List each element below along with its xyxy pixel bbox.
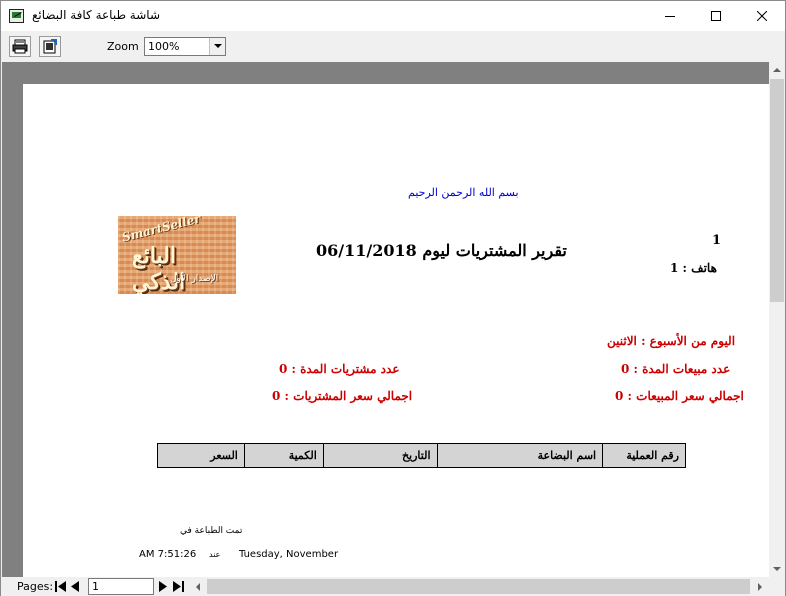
previous-page-icon[interactable] bbox=[69, 579, 81, 594]
col-price: السعر bbox=[157, 443, 245, 468]
scroll-right-icon[interactable] bbox=[752, 578, 768, 595]
horizontal-scroll-thumb[interactable] bbox=[207, 579, 750, 594]
zoom-value: 100% bbox=[148, 40, 180, 53]
day-of-week: اليوم من الأسبوع : الاثنين bbox=[607, 334, 736, 348]
report-id: 1 bbox=[712, 233, 722, 248]
sales-count: عدد مبيعات المدة : 0 bbox=[621, 362, 731, 376]
first-page-icon[interactable] bbox=[54, 579, 66, 594]
close-icon bbox=[757, 11, 767, 21]
basmala-text: بسم الله الرحمن الرحيم bbox=[408, 186, 519, 199]
maximize-icon bbox=[711, 11, 721, 21]
print-time: AM 7:51:26 bbox=[139, 549, 197, 560]
printer-icon bbox=[12, 39, 28, 54]
report-print-window: شاشة طباعة كافة البضائع Zoom 100% بسم ال… bbox=[0, 0, 786, 596]
printed-at-label: تمت الطباعة في bbox=[180, 526, 243, 536]
logo-tagline: الإصدار الأول bbox=[170, 274, 219, 284]
print-date: Tuesday, November bbox=[239, 549, 339, 560]
print-separator: عند bbox=[209, 550, 221, 559]
page-number-input[interactable]: 1 bbox=[88, 578, 154, 595]
sales-total: اجمالي سعر المبيعات : 0 bbox=[615, 389, 744, 403]
report-title: تقرير المشتريات ليوم 06/11/2018 bbox=[316, 241, 567, 260]
zoom-label: Zoom bbox=[107, 40, 139, 53]
close-button[interactable] bbox=[739, 1, 785, 31]
col-item-name: اسم البضاعة bbox=[436, 443, 604, 468]
report-table: رقم العملية اسم البضاعة التاريخ الكمية ا… bbox=[157, 443, 686, 468]
scroll-up-icon[interactable] bbox=[769, 62, 785, 78]
status-bar: Pages: 1 bbox=[1, 577, 785, 596]
minimize-button[interactable] bbox=[647, 1, 693, 31]
smartseller-logo: SmartSeller البائع الذكي الإصدار الأول bbox=[118, 216, 236, 294]
print-preview-area: بسم الله الرحمن الرحيم SmartSeller البائ… bbox=[2, 62, 769, 577]
window-title: شاشة طباعة كافة البضائع bbox=[32, 8, 161, 22]
print-button[interactable] bbox=[9, 36, 31, 57]
purchases-count: عدد مشتريات المدة : 0 bbox=[279, 362, 400, 376]
vertical-scroll-thumb[interactable] bbox=[770, 79, 784, 302]
col-date: التاريخ bbox=[322, 443, 438, 468]
report-page: بسم الله الرحمن الرحيم SmartSeller البائ… bbox=[23, 84, 769, 577]
preview-toolbar: Zoom 100% bbox=[1, 31, 785, 61]
export-icon bbox=[43, 39, 57, 54]
next-page-icon[interactable] bbox=[157, 579, 169, 594]
report-app-icon bbox=[9, 9, 24, 23]
minimize-icon bbox=[665, 16, 675, 17]
vertical-scrollbar[interactable] bbox=[769, 62, 785, 577]
logo-brand-ar: البائع الذكي bbox=[132, 243, 186, 294]
title-bar[interactable]: شاشة طباعة كافة البضائع bbox=[1, 1, 785, 31]
table-header-row: رقم العملية اسم البضاعة التاريخ الكمية ا… bbox=[157, 443, 686, 468]
export-button[interactable] bbox=[39, 36, 61, 57]
scroll-left-icon[interactable] bbox=[190, 578, 206, 595]
horizontal-scrollbar[interactable] bbox=[190, 578, 768, 595]
logo-brand-en: SmartSeller bbox=[120, 216, 202, 245]
phone-field: هاتف : 1 bbox=[670, 261, 717, 275]
col-quantity: الكمية bbox=[243, 443, 324, 468]
col-operation-number: رقم العملية bbox=[602, 443, 686, 468]
scroll-down-icon[interactable] bbox=[769, 561, 785, 577]
chevron-down-icon[interactable] bbox=[209, 38, 225, 55]
pages-label: Pages: bbox=[17, 580, 54, 593]
last-page-icon[interactable] bbox=[172, 579, 184, 594]
maximize-button[interactable] bbox=[693, 1, 739, 31]
zoom-select[interactable]: 100% bbox=[144, 37, 226, 56]
purchases-total: اجمالي سعر المشتريات : 0 bbox=[272, 389, 413, 403]
